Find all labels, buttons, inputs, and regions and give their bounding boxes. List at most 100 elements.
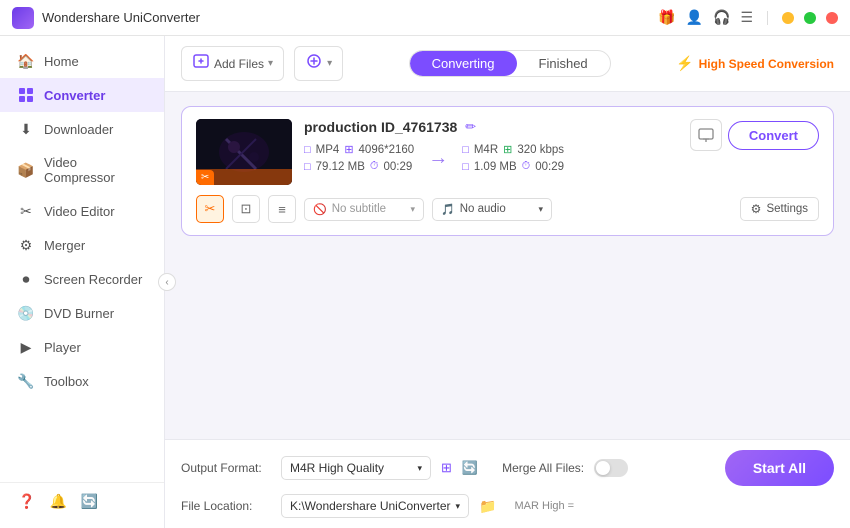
player-icon: ▶ bbox=[18, 339, 34, 355]
sidebar-item-video-editor[interactable]: ✂ Video Editor bbox=[0, 194, 164, 228]
convert-button[interactable]: Convert bbox=[728, 121, 819, 150]
mar-high-label: MAR High = bbox=[515, 500, 575, 512]
add-files-chevron: ▾ bbox=[268, 58, 273, 69]
divider bbox=[767, 11, 768, 25]
output-format-row: Output Format: M4R High Quality ▾ ⊞ 🔄 Me… bbox=[181, 450, 834, 486]
crop-button[interactable]: ⊡ bbox=[232, 195, 260, 223]
output-meta: □ M4R ⊞ 320 kbps □ 1.09 MB ⏱ 00:29 bbox=[462, 143, 564, 173]
sidebar-bottom: ❓ 🔔 🔄 bbox=[0, 482, 164, 520]
gift-icon[interactable]: 🎁 bbox=[658, 9, 675, 26]
size-icon: □ bbox=[304, 161, 311, 173]
sidebar-item-label: Video Editor bbox=[44, 204, 115, 219]
trim-button[interactable]: ✂ bbox=[196, 195, 224, 223]
duration-icon: ⏱ bbox=[370, 160, 379, 173]
subtitle-select[interactable]: 🚫 No subtitle ▾ bbox=[304, 198, 424, 221]
subtitle-no-icon: 🚫 bbox=[313, 203, 327, 216]
sidebar-item-video-compressor[interactable]: 📦 Video Compressor bbox=[0, 146, 164, 194]
sidebar-item-merger[interactable]: ⚙ Merger bbox=[0, 228, 164, 262]
sidebar-item-downloader[interactable]: ⬇ Downloader bbox=[0, 112, 164, 146]
dvd-icon: 💿 bbox=[18, 305, 34, 321]
menu-icon[interactable]: ☰ bbox=[740, 9, 753, 26]
sidebar: 🏠 Home Converter ⬇ Downloader 📦 Video Co… bbox=[0, 36, 165, 528]
sidebar-item-label: Merger bbox=[44, 238, 85, 253]
edit-title-icon[interactable]: ✏ bbox=[465, 119, 476, 135]
convert-arrow-icon: → bbox=[428, 147, 448, 170]
audio-chevron: ▾ bbox=[538, 204, 543, 215]
sidebar-item-label: Toolbox bbox=[44, 374, 89, 389]
recorder-icon: ⏺ bbox=[18, 271, 34, 287]
main-layout: 🏠 Home Converter ⬇ Downloader 📦 Video Co… bbox=[0, 36, 850, 528]
high-speed-label: High Speed Conversion bbox=[699, 57, 834, 71]
sidebar-item-dvd-burner[interactable]: 💿 DVD Burner bbox=[0, 296, 164, 330]
merge-all-label: Merge All Files: bbox=[502, 461, 584, 475]
output-bitrate: 320 kbps bbox=[517, 144, 564, 156]
sidebar-item-player[interactable]: ▶ Player bbox=[0, 330, 164, 364]
convert-actions: Convert bbox=[690, 119, 819, 151]
output-format: M4R bbox=[474, 144, 498, 156]
file-location-select[interactable]: K:\Wondershare UniConverter ▾ bbox=[281, 494, 469, 518]
add-extra-button[interactable]: ▾ bbox=[294, 46, 343, 81]
content-area: Add Files ▾ ▾ Converting Finished bbox=[165, 36, 850, 528]
file-title-text: production ID_4761738 bbox=[304, 119, 457, 135]
sidebar-item-label: Downloader bbox=[44, 122, 113, 137]
output-duration: 00:29 bbox=[535, 161, 564, 173]
settings-gear-icon: ⚙ bbox=[751, 202, 762, 216]
merge-toggle[interactable] bbox=[594, 459, 628, 477]
user-icon[interactable]: 👤 bbox=[686, 9, 703, 26]
source-meta: □ MP4 ⊞ 4096*2160 □ 79.12 MB ⏱ 00:29 bbox=[304, 143, 414, 173]
source-duration: 00:29 bbox=[383, 161, 412, 173]
add-files-icon bbox=[192, 52, 210, 75]
downloader-icon: ⬇ bbox=[18, 121, 34, 137]
titlebar: Wondershare UniConverter 🎁 👤 🎧 ☰ bbox=[0, 0, 850, 36]
file-thumbnail: ✂ bbox=[196, 119, 292, 185]
subtitle-chevron: ▾ bbox=[410, 204, 415, 215]
source-format: MP4 bbox=[316, 144, 340, 156]
sidebar-item-home[interactable]: 🏠 Home bbox=[0, 44, 164, 78]
sidebar-item-label: DVD Burner bbox=[44, 306, 114, 321]
minimize-button[interactable] bbox=[782, 12, 794, 24]
sidebar-item-screen-recorder[interactable]: ⏺ Screen Recorder bbox=[0, 262, 164, 296]
sidebar-item-converter[interactable]: Converter bbox=[0, 78, 164, 112]
close-button[interactable] bbox=[826, 12, 838, 24]
toolbox-icon: 🔧 bbox=[18, 373, 34, 389]
qr-icon[interactable]: ⊞ bbox=[441, 460, 452, 476]
output-size-icon: □ bbox=[462, 161, 469, 173]
bitrate-icon: ⊞ bbox=[503, 143, 512, 156]
add-extra-chevron: ▾ bbox=[327, 58, 332, 69]
format-icon: □ bbox=[304, 144, 311, 156]
app-title: Wondershare UniConverter bbox=[42, 10, 658, 25]
tab-converting[interactable]: Converting bbox=[410, 51, 517, 76]
sidebar-item-label: Video Compressor bbox=[44, 155, 146, 185]
sidebar-item-label: Home bbox=[44, 54, 79, 69]
bell-icon[interactable]: 🔔 bbox=[49, 493, 66, 510]
tab-finished[interactable]: Finished bbox=[517, 51, 610, 76]
output-format-label: Output Format: bbox=[181, 461, 271, 475]
source-resolution: 4096*2160 bbox=[359, 144, 415, 156]
collapse-sidebar-button[interactable]: ‹ bbox=[158, 273, 176, 291]
sidebar-item-label: Screen Recorder bbox=[44, 272, 142, 287]
resolution-icon: ⊞ bbox=[344, 143, 353, 156]
add-extra-icon bbox=[305, 52, 323, 75]
app-logo bbox=[12, 7, 34, 29]
folder-icon[interactable]: 📁 bbox=[479, 498, 496, 515]
add-files-label: Add Files bbox=[214, 57, 264, 71]
output-format-value: M4R High Quality bbox=[290, 461, 384, 475]
help-icon[interactable]: ❓ bbox=[18, 493, 35, 510]
file-area: ✂ production ID_4761738 ✏ □ bbox=[165, 92, 850, 439]
maximize-button[interactable] bbox=[804, 12, 816, 24]
headset-icon[interactable]: 🎧 bbox=[713, 9, 730, 26]
sidebar-item-toolbox[interactable]: 🔧 Toolbox bbox=[0, 364, 164, 398]
sync-icon[interactable]: 🔄 bbox=[81, 493, 98, 510]
audio-select[interactable]: 🎵 No audio ▾ bbox=[432, 198, 552, 221]
output-format-select[interactable]: M4R High Quality ▾ bbox=[281, 456, 431, 480]
settings-button[interactable]: ⚙ Settings bbox=[740, 197, 819, 221]
start-all-button[interactable]: Start All bbox=[725, 450, 834, 486]
file-info: production ID_4761738 ✏ □ MP4 ⊞ 4096*216 bbox=[304, 119, 678, 173]
device-icon[interactable] bbox=[690, 119, 722, 151]
source-size-row: □ 79.12 MB ⏱ 00:29 bbox=[304, 160, 414, 173]
effects-button[interactable]: ≡ bbox=[268, 195, 296, 223]
refresh-icon[interactable]: 🔄 bbox=[462, 460, 478, 476]
high-speed-conversion[interactable]: ⚡ High Speed Conversion bbox=[676, 55, 834, 72]
add-files-button[interactable]: Add Files ▾ bbox=[181, 46, 284, 81]
card-bottom: ✂ ⊡ ≡ 🚫 No subtitle ▾ 🎵 No audio ▾ ⚙ bbox=[196, 195, 819, 223]
